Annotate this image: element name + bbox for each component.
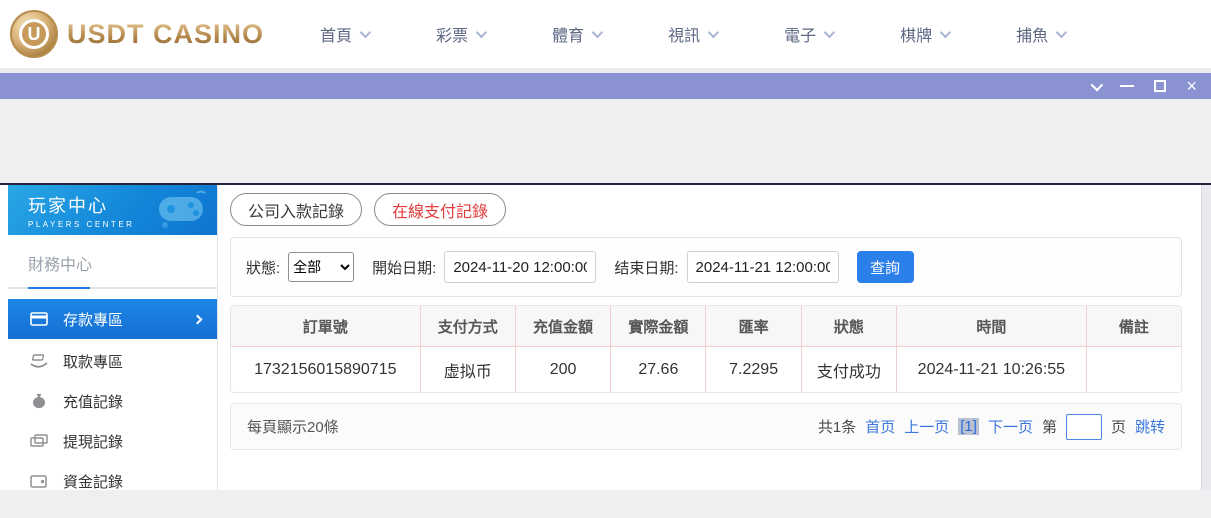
sidebar-item-withdrawal-records[interactable]: 提現記錄 — [8, 421, 217, 461]
sidebar-item-fund-records[interactable]: 資金記錄 — [8, 461, 217, 501]
nav-label: 捕魚 — [1016, 22, 1048, 46]
nav-item-boardgames[interactable]: 棋牌 — [900, 22, 948, 46]
usdt-coin-icon: U — [10, 10, 58, 58]
sidebar-item-recharge-records[interactable]: 充值記錄 — [8, 381, 217, 421]
chevron-down-icon — [824, 27, 835, 38]
total-count-text: 共1条 — [818, 416, 856, 437]
jump-suffix-label: 页 — [1111, 416, 1126, 437]
deposit-card-icon — [30, 311, 48, 327]
pagination-bar: 每頁顯示20條 共1条 首页 上一页 [1] 下一页 第 页 跳转 — [230, 403, 1182, 450]
chevron-down-icon — [1056, 27, 1067, 38]
workspace-gap — [0, 99, 1211, 183]
end-date-label: 结束日期: — [614, 257, 678, 278]
main-menu: 首頁 彩票 體育 視訊 電子 棋牌 捕魚 — [320, 22, 1064, 46]
nav-item-sports[interactable]: 體育 — [552, 22, 600, 46]
jump-action-link[interactable]: 跳转 — [1135, 416, 1165, 437]
vertical-scrollbar[interactable] — [1201, 185, 1211, 490]
tab-online-payment-records[interactable]: 在線支付記錄 — [374, 193, 506, 226]
status-label: 狀態: — [246, 257, 280, 278]
prev-page-link[interactable]: 上一页 — [904, 416, 949, 437]
nav-item-slots[interactable]: 電子 — [784, 22, 832, 46]
window-maximize-icon[interactable] — [1154, 80, 1166, 92]
table-row: 1732156015890715 虚拟币 200 27.66 7.2295 支付… — [231, 347, 1181, 392]
coin-letter: U — [19, 19, 49, 49]
withdraw-hand-icon — [30, 353, 48, 369]
finance-center-heading: 財務中心 — [8, 235, 217, 283]
col-status: 狀態 — [801, 306, 896, 346]
window-minimize-icon[interactable] — [1120, 85, 1134, 87]
chevron-down-icon — [592, 27, 603, 38]
logo-text: USDT CASINO — [67, 19, 264, 50]
sidebar-item-deposit-zone[interactable]: 存款專區 — [8, 299, 217, 339]
sidebar-item-withdraw-zone[interactable]: 取款專區 — [8, 341, 217, 381]
end-date-input[interactable] — [687, 251, 839, 283]
chevron-down-icon — [476, 27, 487, 38]
gamepad-icon — [151, 189, 209, 231]
site-logo[interactable]: U USDT CASINO — [10, 10, 264, 58]
section-divider — [8, 287, 217, 289]
top-navigation-bar: U USDT CASINO 首頁 彩票 體育 視訊 電子 棋牌 捕魚 — [0, 0, 1211, 68]
cell-payment-method: 虚拟币 — [420, 347, 515, 392]
deposit-records-panel: 公司入款記錄 在線支付記錄 狀態: 全部 開始日期: 结束日期: 查詢 訂單號 … — [219, 185, 1201, 450]
window-close-icon[interactable]: × — [1186, 80, 1197, 92]
col-exchange-rate: 匯率 — [705, 306, 800, 346]
col-recharge-amount: 充值金額 — [515, 306, 610, 346]
nav-label: 首頁 — [320, 22, 352, 46]
pager: 共1条 首页 上一页 [1] 下一页 第 页 跳转 — [818, 414, 1165, 440]
window-collapse-icon[interactable] — [1091, 78, 1104, 91]
cash-icon — [30, 433, 48, 449]
nav-label: 體育 — [552, 22, 584, 46]
col-remark: 備註 — [1086, 306, 1181, 346]
nav-label: 電子 — [784, 22, 816, 46]
sidebar-item-label: 存款專區 — [63, 309, 123, 330]
first-page-link[interactable]: 首页 — [865, 416, 895, 437]
nav-item-live[interactable]: 視訊 — [668, 22, 716, 46]
sidebar-item-label: 提現記錄 — [63, 431, 123, 452]
nav-label: 棋牌 — [900, 22, 932, 46]
player-center-sidebar: 玩家中心 PLAYERS CENTER 財務中心 存款專區 取款專區 充值記錄 — [8, 185, 218, 490]
current-page-indicator[interactable]: [1] — [958, 418, 979, 435]
cell-remark — [1086, 347, 1181, 392]
sidebar-item-label: 取款專區 — [63, 351, 123, 372]
filter-bar: 狀態: 全部 開始日期: 结束日期: 查詢 — [230, 237, 1182, 297]
chevron-down-icon — [940, 27, 951, 38]
nav-item-fishing[interactable]: 捕魚 — [1016, 22, 1064, 46]
chevron-down-icon — [708, 27, 719, 38]
moneybag-icon — [30, 393, 48, 409]
col-actual-amount: 實際金額 — [610, 306, 705, 346]
wallet-icon — [30, 473, 48, 489]
nav-label: 彩票 — [436, 22, 468, 46]
status-select[interactable]: 全部 — [288, 252, 354, 282]
nav-label: 視訊 — [668, 22, 700, 46]
window-title-bar: × — [0, 73, 1211, 99]
chevron-right-icon — [193, 314, 203, 324]
col-payment-method: 支付方式 — [420, 306, 515, 346]
nav-item-home[interactable]: 首頁 — [320, 22, 368, 46]
start-date-input[interactable] — [444, 251, 596, 283]
nav-item-lottery[interactable]: 彩票 — [436, 22, 484, 46]
cell-order-number: 1732156015890715 — [231, 347, 420, 392]
cell-actual-amount: 27.66 — [610, 347, 705, 392]
table-header-row: 訂單號 支付方式 充值金額 實際金額 匯率 狀態 時間 備註 — [231, 306, 1181, 347]
cell-status: 支付成功 — [801, 347, 896, 392]
next-page-link[interactable]: 下一页 — [988, 416, 1033, 437]
search-button[interactable]: 查詢 — [857, 251, 914, 283]
cell-recharge-amount: 200 — [515, 347, 610, 392]
sidebar-item-label: 資金記錄 — [63, 471, 123, 492]
cell-exchange-rate: 7.2295 — [705, 347, 800, 392]
jump-prefix-label: 第 — [1042, 416, 1057, 437]
page-size-text: 每頁顯示20條 — [247, 416, 339, 437]
col-time: 時間 — [896, 306, 1086, 346]
chevron-down-icon — [360, 27, 371, 38]
cell-time: 2024-11-21 10:26:55 — [896, 347, 1086, 392]
sidebar-item-label: 充值記錄 — [63, 391, 123, 412]
records-table: 訂單號 支付方式 充值金額 實際金額 匯率 狀態 時間 備註 173215601… — [230, 305, 1182, 393]
record-tabs: 公司入款記錄 在線支付記錄 — [230, 193, 1182, 226]
tab-company-deposit-records[interactable]: 公司入款記錄 — [230, 193, 362, 226]
page-jump-input[interactable] — [1066, 414, 1102, 440]
sidebar-header: 玩家中心 PLAYERS CENTER — [8, 185, 217, 235]
col-order-number: 訂單號 — [231, 306, 420, 346]
start-date-label: 開始日期: — [372, 257, 436, 278]
